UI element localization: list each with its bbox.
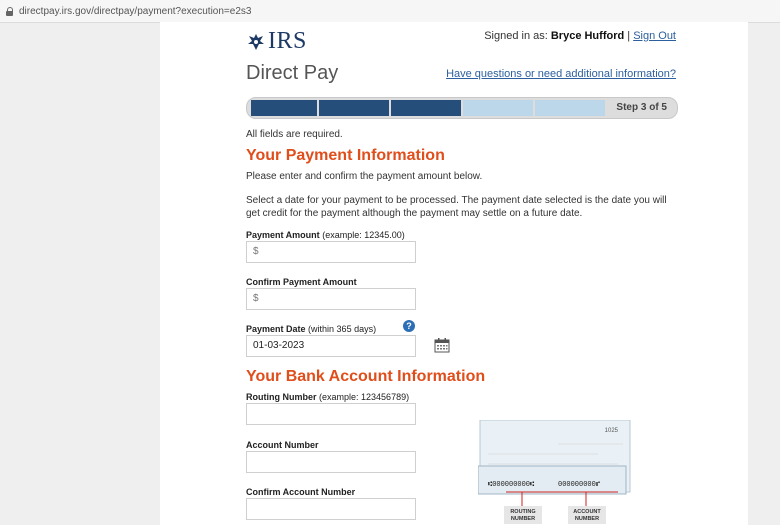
confirm-account-label-text: Confirm Account Number — [246, 487, 356, 497]
page-content: IRS Signed in as: Bryce Hufford | Sign O… — [160, 22, 748, 525]
separator: | — [627, 30, 631, 42]
check-number: 1025 — [605, 428, 619, 434]
address-bar[interactable]: directpay.irs.gov/directpay/payment?exec… — [0, 0, 780, 23]
payment-amount-input[interactable]: $ — [246, 241, 416, 263]
amount-instruction: Please enter and confirm the payment amo… — [246, 171, 483, 182]
routing-number-label: Routing Number (example: 123456789) — [246, 392, 409, 402]
progress-bar: Step 3 of 5 — [246, 97, 678, 119]
payment-section-title: Your Payment Information — [246, 147, 445, 164]
bank-section-title: Your Bank Account Information — [246, 368, 486, 385]
routing-caption-line1: ROUTING — [510, 509, 535, 515]
payment-amount-label-text: Payment Amount — [246, 230, 320, 240]
routing-number-input[interactable] — [246, 403, 416, 425]
payment-amount-hint: (example: 12345.00) — [322, 230, 405, 240]
account-number-input[interactable] — [246, 451, 416, 473]
page-title: Direct Pay — [246, 62, 339, 84]
account-caption-line2: NUMBER — [575, 516, 599, 522]
signed-in-info: Signed in as: Bryce Hufford | Sign Out — [484, 30, 676, 42]
progress-step-3 — [391, 100, 461, 116]
confirm-account-input[interactable] — [246, 498, 416, 520]
confirm-account-label: Confirm Account Number — [246, 487, 355, 497]
check-routing-digits: ⑆000000000⑆ — [488, 481, 535, 489]
url-text[interactable]: directpay.irs.gov/directpay/payment?exec… — [19, 6, 251, 17]
routing-number-label-text: Routing Number — [246, 392, 317, 402]
lock-icon — [6, 6, 14, 16]
sign-out-link[interactable]: Sign Out — [633, 30, 676, 42]
account-number-label: Account Number — [246, 440, 319, 450]
progress-step-2 — [319, 100, 389, 116]
payment-date-label-text: Payment Date — [246, 324, 306, 334]
confirm-amount-label: Confirm Payment Amount — [246, 277, 357, 287]
signed-in-prefix: Signed in as: — [484, 30, 548, 42]
progress-step-5 — [535, 100, 605, 116]
confirm-amount-input[interactable]: $ — [246, 288, 416, 310]
user-name: Bryce Hufford — [550, 30, 625, 42]
help-link[interactable]: Have questions or need additional inform… — [446, 68, 676, 80]
account-caption-line1: ACCOUNT — [573, 509, 601, 515]
confirm-amount-label-text: Confirm Payment Amount — [246, 277, 357, 287]
routing-caption-line2: NUMBER — [511, 516, 535, 522]
progress-step-4 — [463, 100, 533, 116]
check-diagram-image: 1025 ⑆000000000⑆ 000000000⑈ ROUTING NUMB… — [478, 420, 631, 524]
check-account-digits: 000000000⑈ — [558, 481, 600, 489]
account-number-label-text: Account Number — [246, 440, 319, 450]
payment-amount-label: Payment Amount (example: 12345.00) — [246, 230, 405, 240]
irs-logo[interactable]: IRS — [246, 28, 307, 55]
eagle-icon — [248, 33, 264, 50]
step-indicator: Step 3 of 5 — [616, 102, 667, 113]
payment-date-hint: (within 365 days) — [308, 324, 377, 334]
help-icon[interactable]: ? — [403, 320, 415, 332]
date-instruction: Select a date for your payment to be pro… — [246, 195, 667, 219]
payment-date-input[interactable]: 01-03-2023 — [246, 335, 416, 357]
progress-step-1 — [251, 100, 317, 116]
calendar-icon[interactable] — [434, 337, 450, 353]
payment-date-label: Payment Date (within 365 days) — [246, 324, 376, 334]
routing-number-hint: (example: 123456789) — [319, 392, 410, 402]
required-note: All fields are required. — [246, 129, 343, 140]
logo-text: IRS — [268, 28, 307, 54]
